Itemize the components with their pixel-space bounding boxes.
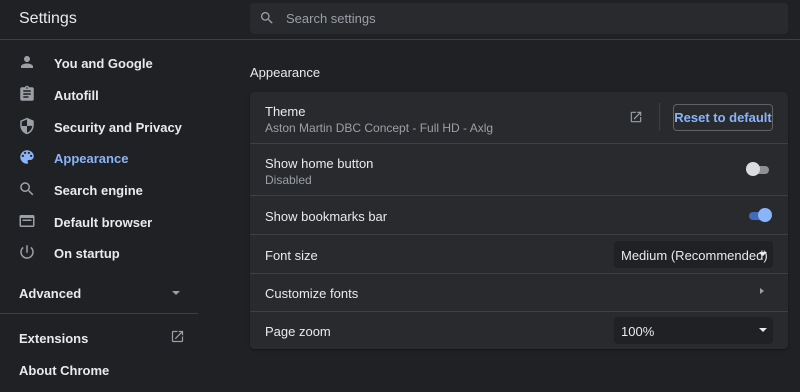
- home-button-status: Disabled: [265, 173, 312, 187]
- sidebar-item-label: You and Google: [54, 56, 153, 71]
- bookmarks-bar-label: Show bookmarks bar: [265, 209, 388, 224]
- font-size-row: Font size Medium (Recommended): [250, 234, 788, 273]
- sidebar-item-you-and-google[interactable]: You and Google: [0, 48, 198, 78]
- sidebar-item-appearance[interactable]: Appearance: [0, 143, 198, 173]
- sidebar-item-label: Default browser: [54, 215, 153, 230]
- open-in-new-icon[interactable]: [629, 110, 643, 124]
- power-icon: [20, 245, 34, 259]
- font-size-label: Font size: [265, 248, 318, 263]
- sidebar-item-default-browser[interactable]: Default browser: [0, 207, 198, 237]
- theme-value: Aston Martin DBC Concept - Full HD - Axl…: [265, 121, 494, 135]
- chevron-down-icon: [759, 252, 767, 256]
- sidebar-item-on-startup[interactable]: On startup: [0, 238, 198, 268]
- home-button-row[interactable]: Show home button Disabled: [250, 143, 788, 195]
- sidebar-item-security-and-privacy[interactable]: Security and Privacy: [0, 112, 198, 142]
- sidebar-item-label: Autofill: [54, 88, 99, 103]
- customize-fonts-row[interactable]: Customize fonts: [250, 273, 788, 311]
- search-icon: [20, 182, 34, 196]
- chevron-down-icon: [759, 328, 767, 332]
- theme-row[interactable]: Theme Aston Martin DBC Concept - Full HD…: [250, 92, 788, 143]
- browser-icon: [19, 215, 35, 227]
- theme-label: Theme: [265, 104, 306, 119]
- shield-icon: [20, 117, 34, 135]
- customize-fonts-label: Customize fonts: [265, 286, 359, 301]
- sidebar: You and Google Autofill Security and Pri…: [0, 41, 198, 392]
- page-zoom-row: Page zoom 100%: [250, 311, 788, 349]
- sidebar-item-autofill[interactable]: Autofill: [0, 80, 198, 110]
- sidebar-item-about-chrome[interactable]: About Chrome: [0, 356, 198, 384]
- search-icon: [260, 12, 273, 24]
- bookmarks-bar-row[interactable]: Show bookmarks bar: [250, 195, 788, 234]
- open-in-new-icon: [171, 330, 184, 343]
- chevron-right-icon: [760, 288, 764, 294]
- app-title: Settings: [19, 10, 77, 27]
- sidebar-item-extensions[interactable]: Extensions: [0, 323, 198, 351]
- appearance-card: Theme Aston Martin DBC Concept - Full HD…: [250, 92, 788, 349]
- person-icon: [21, 56, 33, 68]
- sidebar-item-label: Appearance: [54, 151, 129, 166]
- sidebar-item-search-engine[interactable]: Search engine: [0, 175, 198, 205]
- page-zoom-label: Page zoom: [265, 324, 331, 339]
- sidebar-item-label: On startup: [54, 246, 120, 261]
- advanced-label: Advanced: [19, 286, 82, 301]
- sidebar-item-label: Search engine: [54, 183, 143, 198]
- section-title: Appearance: [250, 65, 321, 80]
- home-button-toggle[interactable]: [746, 162, 770, 178]
- extensions-label: Extensions: [19, 331, 89, 346]
- page-zoom-select[interactable]: 100%: [614, 317, 773, 344]
- page-zoom-value: 100%: [621, 324, 655, 339]
- search-input[interactable]: [286, 3, 766, 34]
- toggle-knob: [746, 162, 760, 176]
- font-size-select[interactable]: Medium (Recommended): [614, 241, 773, 268]
- sidebar-advanced-toggle[interactable]: Advanced: [0, 279, 198, 307]
- font-size-value: Medium (Recommended): [621, 248, 768, 263]
- reset-to-default-button[interactable]: Reset to default: [673, 104, 773, 131]
- about-label: About Chrome: [19, 363, 110, 378]
- divider: [659, 103, 660, 130]
- toggle-knob: [758, 208, 772, 222]
- search-bar[interactable]: [250, 3, 788, 34]
- home-button-label: Show home button: [265, 156, 374, 171]
- header: Settings: [0, 0, 800, 40]
- sidebar-divider: [0, 313, 198, 314]
- sidebar-item-label: Security and Privacy: [54, 120, 182, 135]
- bookmarks-bar-toggle[interactable]: [748, 208, 772, 224]
- chevron-down-icon: [172, 291, 180, 295]
- palette-icon: [20, 150, 34, 164]
- clipboard-icon: [20, 85, 34, 101]
